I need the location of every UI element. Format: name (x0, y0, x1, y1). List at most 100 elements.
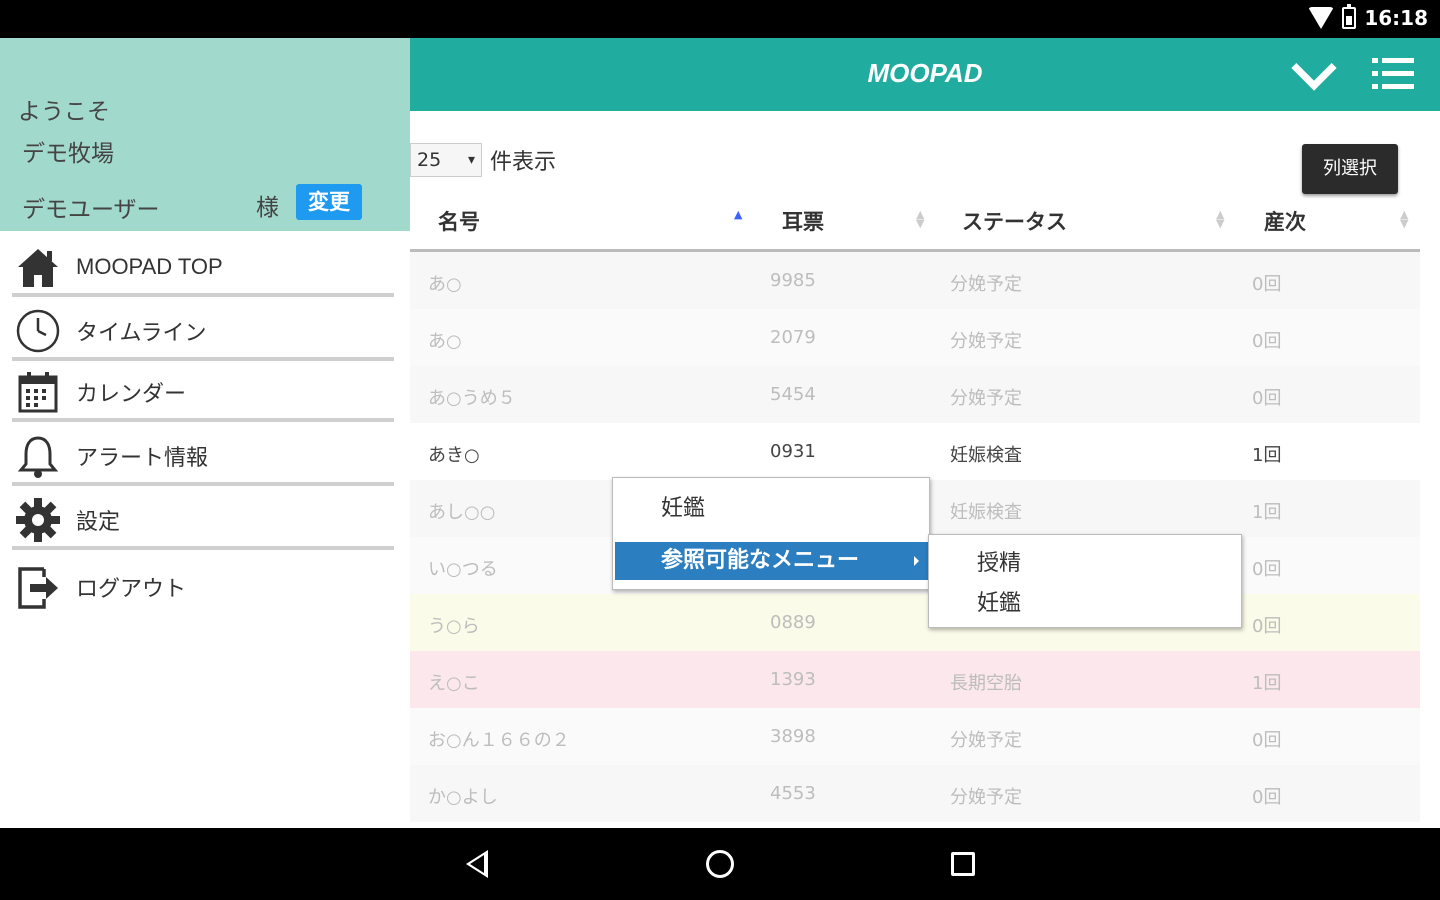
user-honorific: 様 (256, 195, 279, 221)
cell-name: お○ん１６６の２ (428, 730, 570, 751)
cell-tag: 5454 (770, 384, 816, 405)
cell-tag: 0889 (770, 612, 816, 633)
table-row[interactable]: お○ん１６６の２ 3898 分娩予定 0回 (410, 708, 1420, 765)
context-menu-item-pregnancy-check[interactable]: 妊鑑 (661, 490, 705, 522)
status-time: 16:18 (1364, 6, 1428, 30)
cell-name: い○つる (428, 559, 498, 580)
column-header-status[interactable]: ステータス (962, 206, 1067, 236)
cell-name: え○こ (428, 673, 480, 694)
sort-icon[interactable]: ▲ ▼ (1400, 209, 1408, 229)
farm-name: デモ牧場 (22, 141, 114, 167)
bell-icon (12, 430, 64, 482)
battery-icon (1342, 4, 1357, 29)
table-row[interactable]: あ○ 9985 分娩予定 0回 (410, 252, 1420, 309)
cell-name: あ○ (428, 331, 462, 352)
context-menu-item-label: 参照可能なメニュー (661, 548, 860, 573)
sort-asc-icon[interactable]: ▲ (734, 209, 742, 220)
cell-name: あ○ (428, 274, 462, 295)
table-header: 名号 ▲ 耳票 ▲ ▼ ステータス ▲ ▼ 産次 ▲ ▼ (410, 198, 1420, 252)
menu-item-settings[interactable]: 設定 (12, 494, 394, 550)
cell-name: あし○○ (428, 502, 496, 523)
cell-status: 分娩予定 (950, 730, 1022, 751)
menu-item-timeline[interactable]: タイムライン (12, 305, 394, 361)
status-bar: 16:18 (0, 0, 1440, 38)
submenu-item-insemination[interactable]: 授精 (977, 545, 1021, 577)
cell-parity: 0回 (1252, 331, 1282, 352)
table-row[interactable]: あ○ 2079 分娩予定 0回 (410, 309, 1420, 366)
cell-parity: 0回 (1252, 730, 1282, 751)
cell-parity: 1回 (1252, 445, 1282, 466)
calendar-icon (12, 366, 64, 418)
cell-status: 分娩予定 (950, 274, 1022, 295)
welcome-text: ようこそ (18, 99, 110, 125)
cell-name: か○よし (428, 787, 498, 808)
cell-parity: 0回 (1252, 388, 1282, 409)
table-row[interactable]: あ○うめ５ 5454 分娩予定 0回 (410, 366, 1420, 423)
context-menu: 妊鑑 参照可能なメニュー (612, 477, 930, 590)
cell-tag: 2079 (770, 327, 816, 348)
main-content: MOOPAD 25 件表示 列選択 名号 ▲ 耳票 ▲▼ ステータス ▲▼ 産次… (410, 38, 1440, 828)
cell-parity: 0回 (1252, 559, 1282, 580)
wifi-icon (1308, 7, 1335, 29)
column-header-name[interactable]: 名号 (438, 206, 480, 236)
cell-status: 分娩予定 (950, 388, 1022, 409)
context-menu-item-available-menus[interactable]: 参照可能なメニュー (615, 542, 929, 580)
page-size-select[interactable]: 25 (410, 143, 482, 177)
app-title: MOOPAD (867, 58, 983, 88)
navigation-drawer: ようこそ デモ牧場 デモユーザー 様 変更 MOOPAD TOP タイムライン … (0, 38, 410, 828)
change-user-button[interactable]: 変更 (296, 184, 362, 220)
submenu-item-pregnancy-check[interactable]: 妊鑑 (977, 585, 1021, 617)
page-size-label: 件表示 (490, 150, 557, 175)
cell-parity: 0回 (1252, 616, 1282, 637)
gear-icon (12, 494, 64, 546)
menu-item-label: 設定 (76, 509, 121, 534)
context-submenu: 授精 妊鑑 (928, 534, 1242, 628)
menu-item-alerts[interactable]: アラート情報 (12, 430, 394, 486)
user-name: デモユーザー (22, 197, 160, 223)
menu-item-label: アラート情報 (76, 445, 209, 470)
cell-status: 分娩予定 (950, 331, 1022, 352)
app-header: MOOPAD (410, 38, 1440, 111)
cell-parity: 0回 (1252, 274, 1282, 295)
cell-tag: 1393 (770, 669, 816, 690)
menu-item-label: MOOPAD TOP (76, 254, 223, 279)
navigation-bar (0, 828, 1440, 900)
clock-icon (12, 305, 64, 357)
cell-tag: 9985 (770, 270, 816, 291)
home-icon (12, 241, 64, 293)
cell-name: あ○うめ５ (428, 388, 516, 409)
table-row[interactable]: う○ら 0889 0回 (410, 594, 1420, 651)
menu-item-calendar[interactable]: カレンダー (12, 366, 394, 422)
home-circle-icon[interactable] (706, 850, 734, 878)
menu-item-label: カレンダー (76, 381, 187, 406)
cell-status: 妊娠検査 (950, 445, 1022, 466)
cell-tag: 4553 (770, 783, 816, 804)
logout-icon (12, 561, 64, 613)
column-select-button[interactable]: 列選択 (1302, 144, 1398, 194)
column-header-tag[interactable]: 耳票 (782, 206, 824, 236)
menu-item-label: タイムライン (76, 320, 207, 345)
sort-icon[interactable]: ▲ ▼ (916, 209, 924, 229)
cell-status: 長期空胎 (950, 673, 1022, 694)
cell-tag: 3898 (770, 726, 816, 747)
list-menu-icon[interactable] (1372, 58, 1414, 90)
menu-item-label: ログアウト (76, 576, 187, 601)
menu-item-moopad-top[interactable]: MOOPAD TOP (12, 241, 394, 297)
table-row[interactable]: か○よし 4553 分娩予定 0回 (410, 765, 1420, 822)
cell-parity: 1回 (1252, 502, 1282, 523)
cell-name: あき○ (428, 445, 480, 466)
back-icon[interactable] (466, 850, 488, 878)
menu-item-logout[interactable]: ログアウト (12, 559, 394, 615)
cell-status: 分娩予定 (950, 787, 1022, 808)
submenu-arrow-icon (914, 556, 919, 566)
cell-name: う○ら (428, 616, 480, 637)
table-row-selected[interactable]: あき○ 0931 妊娠検査 1回 (410, 423, 1420, 480)
cell-parity: 1回 (1252, 673, 1282, 694)
drawer-header: ようこそ デモ牧場 デモユーザー 様 変更 (0, 38, 410, 231)
column-header-parity[interactable]: 産次 (1264, 206, 1306, 236)
recent-apps-icon[interactable] (951, 852, 975, 876)
cell-status: 妊娠検査 (950, 502, 1022, 523)
sort-icon[interactable]: ▲ ▼ (1216, 209, 1224, 229)
table-row[interactable]: え○こ 1393 長期空胎 1回 (410, 651, 1420, 708)
cell-parity: 0回 (1252, 787, 1282, 808)
